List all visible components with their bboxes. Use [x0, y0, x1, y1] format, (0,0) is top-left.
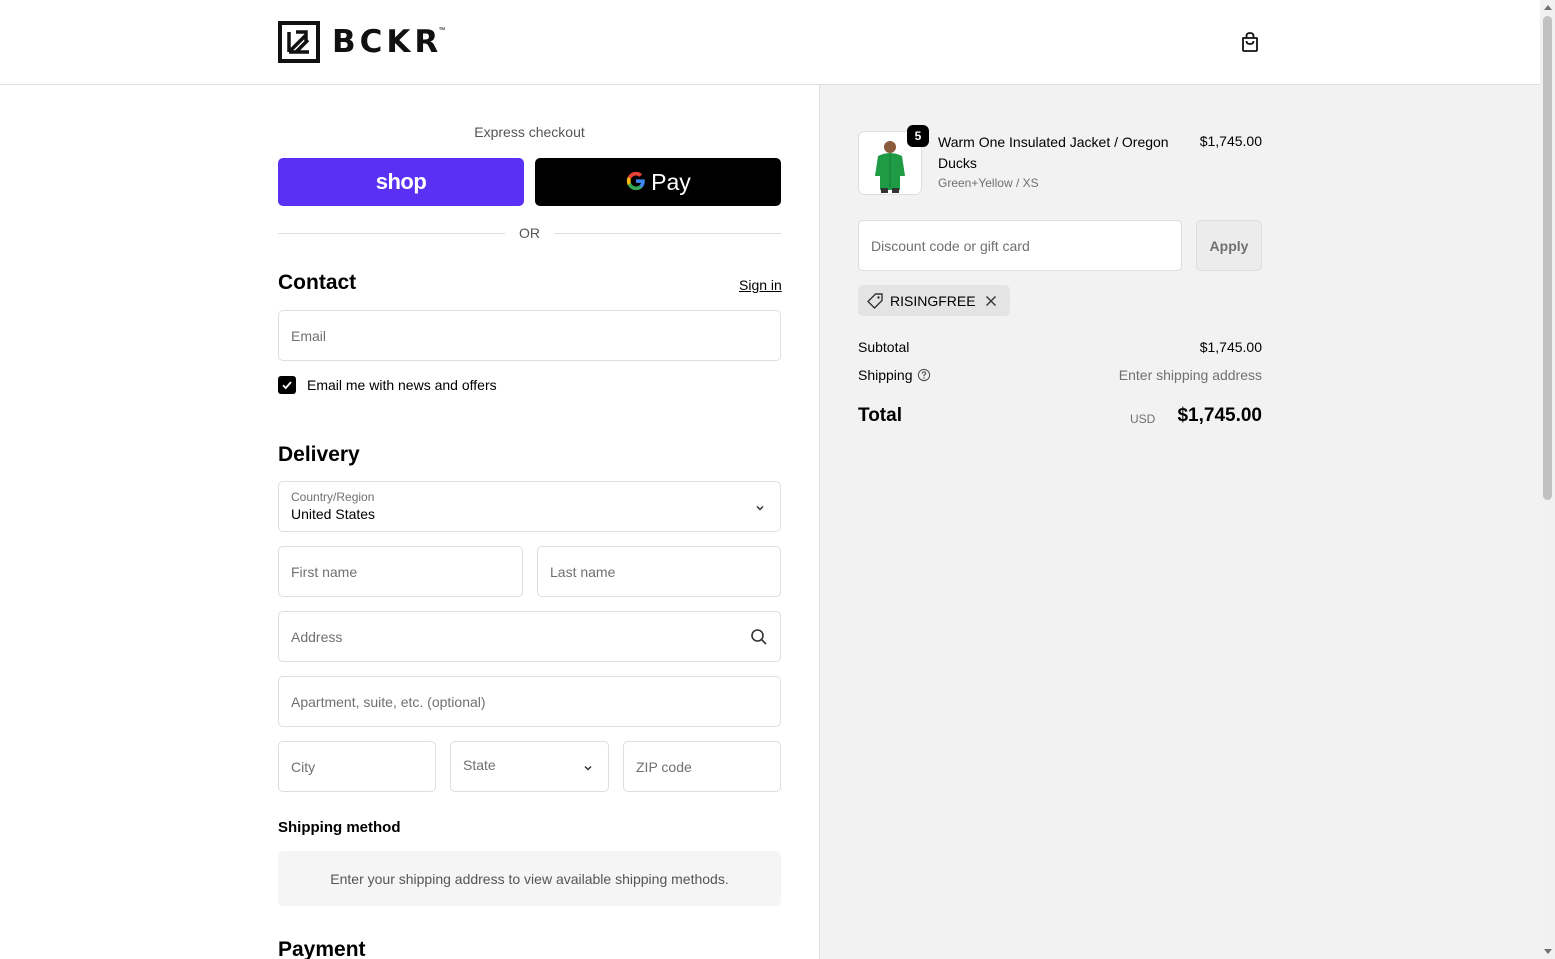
- applied-discount-chip: RISINGFREE: [858, 285, 1010, 316]
- trademark-symbol: ™: [438, 27, 446, 34]
- email-field[interactable]: [278, 310, 781, 361]
- divider-line: [278, 232, 505, 234]
- logo-mark-icon: [278, 21, 320, 63]
- header: BCKR ™: [0, 0, 1540, 85]
- country-select[interactable]: Country/Region United States: [278, 481, 781, 532]
- newsletter-label: Email me with news and offers: [307, 377, 497, 393]
- last-name-field[interactable]: [537, 546, 781, 597]
- express-checkout-label: Express checkout: [474, 124, 585, 140]
- contact-heading: Contact: [278, 271, 357, 294]
- shipping-method-notice: Enter your shipping address to view avai…: [278, 851, 781, 906]
- first-name-input[interactable]: [279, 547, 522, 596]
- search-icon: [751, 629, 767, 645]
- tag-icon: [867, 292, 883, 309]
- shipping-label: Shipping: [858, 367, 913, 383]
- order-summary-panel: [819, 85, 1540, 959]
- google-g-icon: [625, 168, 647, 196]
- zip-field[interactable]: [623, 741, 781, 792]
- email-input[interactable]: [279, 311, 780, 360]
- newsletter-option: Email me with news and offers: [278, 376, 497, 394]
- shipping-row-label: Shipping: [858, 367, 931, 383]
- city-input[interactable]: [279, 742, 435, 791]
- total-value: $1,745.00: [1177, 405, 1262, 426]
- remove-discount-icon[interactable]: [984, 294, 998, 308]
- checkout-page: BCKR ™ Express checkout shop Pay OR Cont…: [0, 0, 1540, 959]
- brand-logo[interactable]: BCKR ™: [278, 21, 445, 63]
- apartment-input[interactable]: [279, 677, 780, 726]
- total-label: Total: [858, 405, 902, 426]
- subtotal-value: $1,745.00: [1199, 339, 1262, 355]
- discount-field[interactable]: [858, 220, 1182, 271]
- shipping-value: Enter shipping address: [1118, 367, 1262, 383]
- address-field[interactable]: [278, 611, 781, 662]
- shop-pay-button[interactable]: shop: [278, 158, 524, 206]
- shipping-method-message: Enter your shipping address to view avai…: [330, 870, 729, 887]
- last-name-input[interactable]: [538, 547, 780, 596]
- divider-line: [554, 232, 781, 234]
- scrollbar-thumb[interactable]: [1543, 16, 1552, 500]
- or-label: OR: [519, 225, 540, 241]
- help-circle-icon[interactable]: [917, 368, 931, 382]
- payment-heading: Payment: [278, 938, 366, 959]
- state-select[interactable]: State: [450, 741, 609, 792]
- discount-input[interactable]: [859, 221, 1181, 270]
- brand-name: BCKR: [332, 24, 443, 60]
- sign-in-link[interactable]: Sign in: [739, 277, 782, 293]
- address-input[interactable]: [279, 612, 780, 661]
- subtotal-label: Subtotal: [858, 339, 910, 355]
- country-value: United States: [291, 506, 376, 522]
- shop-pay-label: shop: [375, 169, 427, 194]
- apartment-field[interactable]: [278, 676, 781, 727]
- delivery-heading: Delivery: [278, 443, 360, 466]
- discount-code-label: RISINGFREE: [890, 292, 976, 309]
- zip-input[interactable]: [624, 742, 780, 791]
- google-pay-button[interactable]: Pay: [535, 158, 781, 206]
- chevron-down-icon: [756, 505, 764, 511]
- checkmark-icon: [282, 381, 292, 390]
- google-pay-label: Pay: [651, 168, 691, 195]
- shipping-method-heading: Shipping method: [278, 819, 401, 836]
- scroll-down-arrow-icon[interactable]: [1544, 949, 1552, 954]
- chevron-down-icon: [584, 765, 592, 771]
- scroll-up-arrow-icon[interactable]: [1544, 5, 1552, 10]
- country-label: Country/Region: [291, 490, 375, 504]
- product-price: $1,745.00: [1199, 133, 1262, 149]
- newsletter-checkbox[interactable]: [278, 376, 296, 394]
- product-variant: Green+Yellow / XS: [938, 176, 1039, 190]
- quantity-badge: 5: [907, 125, 929, 147]
- first-name-field[interactable]: [278, 546, 523, 597]
- shopping-bag-icon[interactable]: [1238, 30, 1262, 54]
- state-placeholder: State: [463, 757, 496, 773]
- or-divider: OR: [278, 224, 781, 242]
- page-scrollbar[interactable]: [1540, 0, 1555, 959]
- city-field[interactable]: [278, 741, 436, 792]
- apply-discount-button[interactable]: Apply: [1196, 220, 1262, 271]
- currency-code: USD: [1130, 412, 1156, 426]
